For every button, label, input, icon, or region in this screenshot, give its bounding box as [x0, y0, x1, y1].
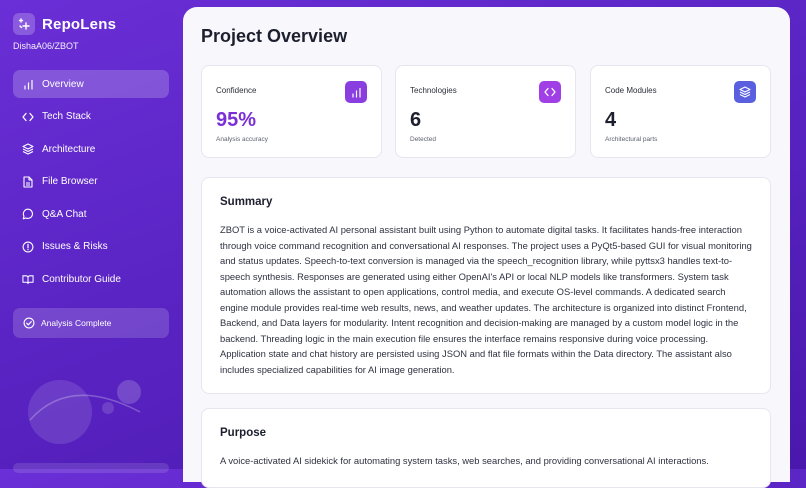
file-icon: [22, 176, 34, 188]
summary-text: ZBOT is a voice-activated AI personal as…: [220, 224, 752, 375]
brand-name: RepoLens: [42, 15, 117, 33]
book-icon: [22, 274, 34, 286]
main-panel: Project Overview Confidence 95% Analysis…: [183, 7, 790, 488]
summary-card: Summary ZBOT is a voice-activated AI per…: [201, 177, 771, 394]
check-circle-icon: [23, 317, 35, 329]
stat-card-technologies: Technologies 6 Detected: [395, 65, 576, 158]
summary-title: Summary: [220, 196, 273, 208]
bar-chart-icon: [22, 78, 34, 90]
repo-name: DishaA06/ZBOT: [13, 41, 79, 51]
stat-subtitle: Architectural parts: [605, 136, 658, 143]
sidebar-item-label: File Browser: [42, 176, 98, 188]
sidebar-item-label: Contributor Guide: [42, 274, 121, 286]
stat-card-code-modules: Code Modules 4 Architectural parts: [590, 65, 771, 158]
stat-value: 4: [605, 109, 617, 131]
purpose-card: Purpose A voice-activated AI sidekick fo…: [201, 408, 771, 488]
sidebar-item-label: Architecture: [42, 143, 96, 155]
alert-circle-icon: [22, 241, 34, 253]
stat-value: 6: [410, 109, 422, 131]
layers-icon: [22, 143, 34, 155]
sparkle-logo-icon: [13, 13, 35, 35]
decorative-bubbles: [28, 380, 141, 444]
stat-label: Confidence: [216, 86, 257, 95]
sidebar-nav: Overview Tech Stack Architecture File Br…: [13, 70, 169, 298]
sidebar-item-qa-chat[interactable]: Q&A Chat: [13, 200, 169, 228]
sidebar-item-label: Overview: [42, 78, 84, 90]
analysis-status: Analysis Complete: [13, 308, 169, 338]
sidebar-item-label: Issues & Risks: [42, 241, 108, 253]
layers-icon: [734, 81, 756, 103]
code-icon: [22, 111, 34, 123]
sidebar-item-contributor-guide[interactable]: Contributor Guide: [13, 266, 169, 294]
sidebar-item-architecture[interactable]: Architecture: [13, 135, 169, 163]
sidebar-footer: [13, 463, 169, 473]
sidebar-item-overview[interactable]: Overview: [13, 70, 169, 98]
code-icon: [539, 81, 561, 103]
sidebar-item-tech-stack[interactable]: Tech Stack: [13, 103, 169, 131]
stat-label: Code Modules: [605, 86, 657, 95]
analysis-status-label: Analysis Complete: [41, 318, 112, 328]
sidebar-item-issues-risks[interactable]: Issues & Risks: [13, 233, 169, 261]
bar-chart-icon: [345, 81, 367, 103]
stat-value: 95%: [216, 109, 257, 131]
chat-bubble-icon: [22, 208, 34, 220]
sidebar-item-label: Q&A Chat: [42, 208, 87, 220]
stat-subtitle: Analysis accuracy: [216, 136, 269, 143]
stat-card-confidence: Confidence 95% Analysis accuracy: [201, 65, 382, 158]
stat-subtitle: Detected: [410, 136, 437, 143]
brand[interactable]: RepoLens: [13, 13, 116, 35]
purpose-title: Purpose: [220, 427, 267, 439]
sidebar: RepoLens DishaA06/ZBOT Overview Tech Sta…: [0, 0, 182, 473]
purpose-text: A voice-activated AI sidekick for automa…: [220, 455, 709, 466]
sidebar-item-file-browser[interactable]: File Browser: [13, 168, 169, 196]
page-title: Project Overview: [201, 26, 348, 46]
sidebar-item-label: Tech Stack: [42, 111, 91, 123]
stat-label: Technologies: [410, 86, 457, 95]
